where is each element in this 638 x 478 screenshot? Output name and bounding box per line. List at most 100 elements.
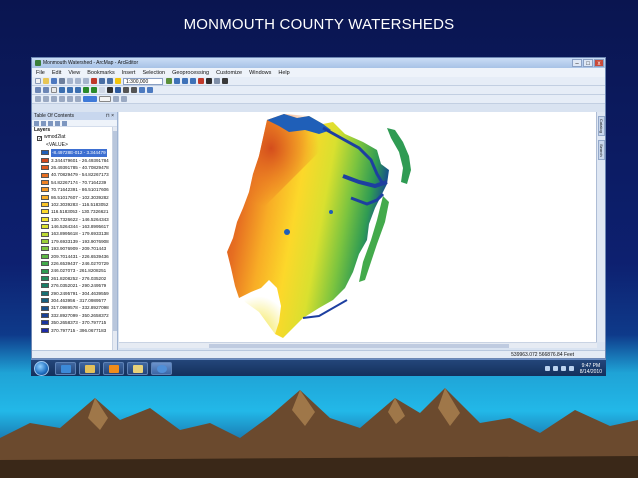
toc-pin-close[interactable]: ⊓ × — [106, 112, 114, 120]
legend-color-swatch[interactable] — [41, 253, 49, 259]
identify-icon[interactable] — [115, 87, 121, 93]
menu-windows[interactable]: Windows — [249, 70, 271, 76]
python-window-icon[interactable] — [206, 78, 212, 84]
menu-customize[interactable]: Customize — [216, 70, 242, 76]
list-by-drawing-order-icon[interactable] — [34, 120, 39, 126]
legend-class-row[interactable]: 290.2495791 - 304.4639559 — [34, 290, 117, 297]
select-elements-icon[interactable] — [107, 87, 113, 93]
legend-class-row[interactable]: 163.8995618 - 179.6933138 — [34, 230, 117, 237]
full-extent-icon[interactable] — [59, 87, 65, 93]
legend-class-row[interactable]: 261.8208252 - 276.035202 — [34, 275, 117, 282]
zoom-in-icon[interactable] — [35, 87, 41, 93]
search-window-icon[interactable] — [190, 78, 196, 84]
map-scroll-thumb[interactable] — [209, 344, 509, 348]
back-extent-icon[interactable] — [83, 87, 89, 93]
legend-class-row[interactable]: 70.71642391 - 86.51017606 — [34, 186, 117, 193]
legend-color-swatch[interactable] — [41, 172, 49, 178]
legend-class-row[interactable]: 3.344479601 - 26.49391784 — [34, 157, 117, 164]
list-by-visibility-icon[interactable] — [48, 120, 53, 126]
legend-color-swatch[interactable] — [41, 150, 49, 156]
legend-color-swatch[interactable] — [41, 276, 49, 281]
find-icon[interactable] — [123, 87, 129, 93]
legend-color-swatch[interactable] — [41, 231, 49, 237]
legend-color-swatch[interactable] — [41, 327, 49, 333]
legend-color-swatch[interactable] — [41, 179, 49, 185]
legend-color-swatch[interactable] — [41, 290, 49, 296]
toc-layer-row[interactable]: ✓ wmod2lat — [34, 134, 117, 141]
legend-class-row[interactable]: 146.5264344 - 163.8995617 — [34, 223, 117, 230]
legend-class-row[interactable]: 317.0989578 - 332.8927098 — [34, 304, 117, 311]
menu-edit[interactable]: Edit — [52, 70, 61, 76]
legend-color-swatch[interactable] — [41, 224, 49, 230]
copy-icon[interactable] — [75, 78, 81, 84]
legend-color-swatch[interactable] — [41, 283, 49, 289]
menu-file[interactable]: File — [36, 70, 45, 76]
legend-class-row[interactable]: 179.6933139 - 193.9076908 — [34, 238, 117, 245]
legend-class-row[interactable]: 26.49391785 - 40.70829478 — [34, 164, 117, 171]
map-display[interactable] — [119, 112, 597, 342]
layout-view-icon[interactable] — [113, 96, 119, 102]
legend-class-row[interactable]: 102.3039283 - 116.5183052 — [34, 201, 117, 208]
table-of-contents-icon[interactable] — [174, 78, 180, 84]
model-builder-icon[interactable] — [214, 78, 220, 84]
forward-extent-icon[interactable] — [91, 87, 97, 93]
legend-color-swatch[interactable] — [41, 239, 49, 245]
measure-icon[interactable] — [131, 87, 137, 93]
legend-color-swatch[interactable] — [41, 157, 49, 163]
toc-scroll-thumb[interactable] — [113, 131, 117, 331]
text-tool-icon[interactable] — [51, 96, 57, 102]
legend-color-swatch[interactable] — [41, 165, 49, 171]
menu-selection[interactable]: Selection — [142, 70, 165, 76]
toc-root-layers[interactable]: Layers — [34, 127, 117, 134]
hyperlink-icon[interactable] — [139, 87, 145, 93]
legend-color-swatch[interactable] — [41, 305, 49, 311]
legend-color-swatch[interactable] — [41, 187, 49, 193]
html-popup-icon[interactable] — [147, 87, 153, 93]
catalog-window-icon[interactable] — [182, 78, 188, 84]
paste-icon[interactable] — [83, 78, 89, 84]
draw-tool-icon[interactable] — [35, 96, 41, 102]
menu-geoprocessing[interactable]: Geoprocessing — [172, 70, 209, 76]
legend-color-swatch[interactable] — [41, 312, 49, 318]
legend-color-swatch[interactable] — [41, 298, 49, 304]
menu-help[interactable]: Help — [278, 70, 289, 76]
legend-class-row[interactable]: 276.0352021 - 290.249579 — [34, 282, 117, 289]
arctoolbox-icon[interactable] — [198, 78, 204, 84]
undo-icon[interactable] — [99, 78, 105, 84]
search-dock-tab[interactable]: Search — [598, 140, 605, 160]
catalog-dock-tab[interactable]: Catalog — [598, 116, 605, 136]
menu-insert[interactable]: Insert — [122, 70, 136, 76]
list-by-source-icon[interactable] — [41, 120, 46, 126]
new-document-icon[interactable] — [35, 78, 41, 84]
open-folder-icon[interactable] — [43, 78, 49, 84]
layer-visibility-checkbox[interactable]: ✓ — [37, 135, 42, 141]
legend-class-row[interactable]: 332.8927099 - 350.2658372 — [34, 312, 117, 319]
font-icon[interactable] — [59, 96, 65, 102]
legend-class-row[interactable]: 370.797715 - 396.0677183 — [34, 327, 117, 334]
cut-icon[interactable] — [67, 78, 73, 84]
close-button[interactable]: x — [594, 59, 604, 67]
italic-icon[interactable] — [75, 96, 81, 102]
legend-class-row[interactable]: -8.49728E-012 - 3.344479 — [34, 149, 117, 157]
font-size-box[interactable] — [99, 96, 111, 102]
toc-vertical-scrollbar[interactable] — [112, 127, 117, 350]
whats-this-icon[interactable] — [222, 78, 228, 84]
legend-class-row[interactable]: 86.51017607 - 102.3039282 — [34, 194, 117, 201]
zoom-out-icon[interactable] — [43, 87, 49, 93]
legend-color-swatch[interactable] — [41, 194, 49, 200]
legend-color-swatch[interactable] — [41, 261, 49, 267]
legend-class-row[interactable]: 246.027073 - 261.8208251 — [34, 267, 117, 274]
menu-bookmarks[interactable]: Bookmarks — [87, 70, 115, 76]
fixed-zoom-out-icon[interactable] — [75, 87, 81, 93]
legend-color-swatch[interactable] — [41, 268, 49, 274]
add-data-icon[interactable] — [115, 78, 121, 84]
minimize-button[interactable]: – — [572, 59, 582, 67]
window-titlebar[interactable]: Monmouth Watershed - ArcMap - ArcEditor … — [32, 58, 605, 68]
redo-icon[interactable] — [107, 78, 113, 84]
map-horizontal-scrollbar[interactable] — [119, 342, 597, 348]
legend-color-swatch[interactable] — [41, 202, 49, 208]
legend-class-row[interactable]: 209.7014431 - 226.6539436 — [34, 253, 117, 260]
legend-color-swatch[interactable] — [41, 216, 49, 222]
fixed-zoom-in-icon[interactable] — [67, 87, 73, 93]
legend-color-swatch[interactable] — [41, 320, 49, 326]
